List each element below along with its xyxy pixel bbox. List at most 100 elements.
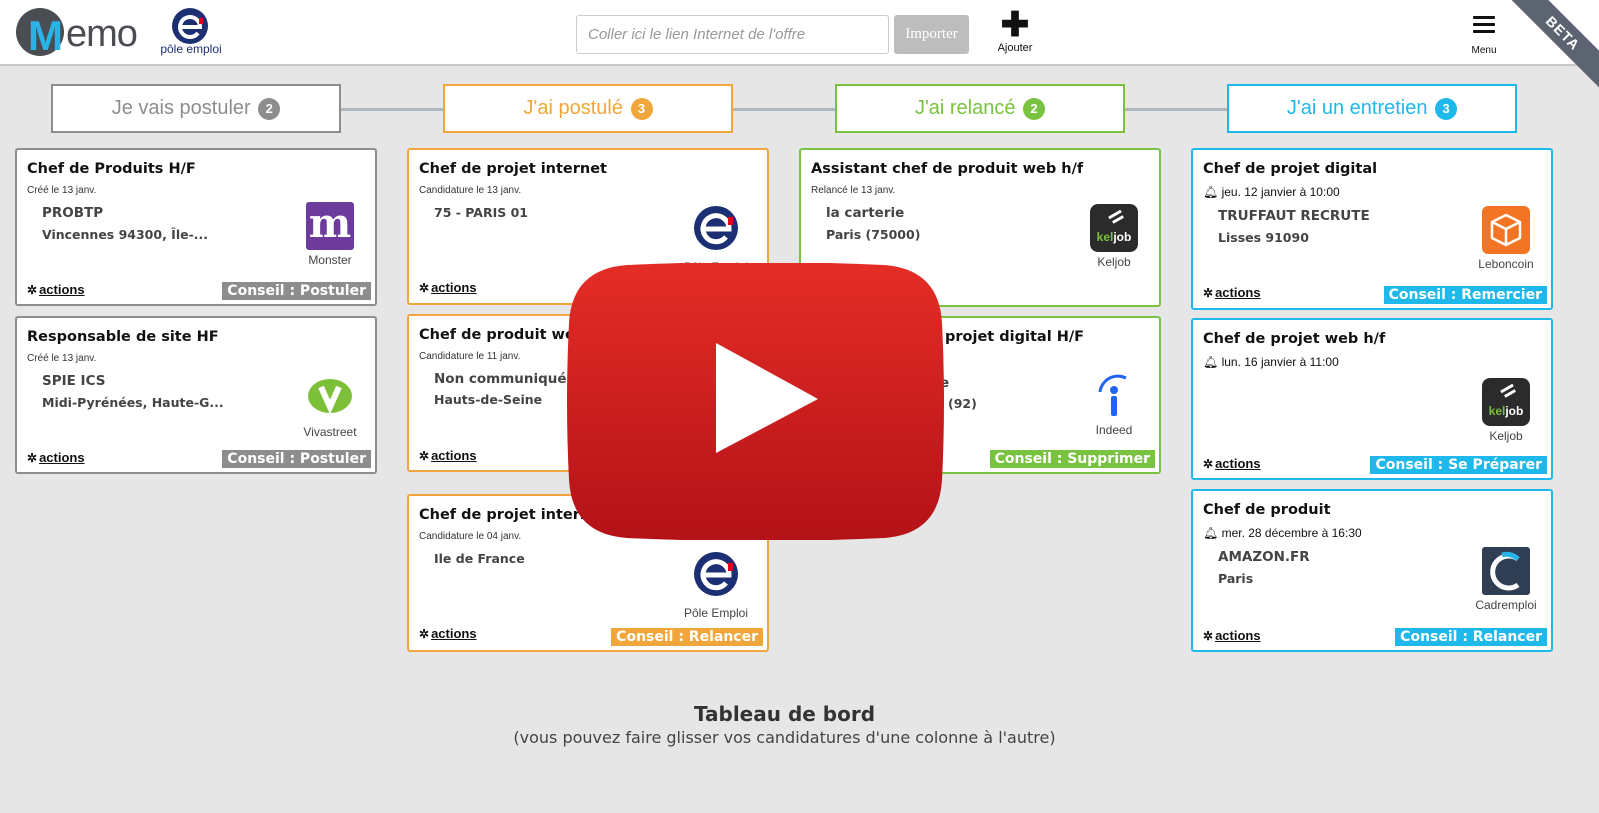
add-button[interactable]: ✚ Ajouter [990,8,1040,58]
source-name: Monster [308,253,352,267]
card-source: Cadremploi [1473,547,1539,612]
pole-emploi-logo: pôle emploi [158,8,224,60]
source-name: Pôle Emploi [683,606,749,620]
card-location: Hauts-de-Seine [434,392,543,407]
column-header-jai-un-entretien[interactable]: J'ai un entretien 3 [1227,84,1517,133]
column-header-je-vais-postuler[interactable]: Je vais postuler 2 [51,84,341,133]
count-badge: 2 [258,97,281,120]
card-title: Chef de projet web h/f [1203,331,1386,347]
card-date: Relancé le 13 janv. [811,185,896,196]
column-header-jai-relance[interactable]: J'ai relancé 2 [835,84,1125,133]
source-name: Indeed [1095,423,1133,437]
bell-icon: 🔔︎ [1203,185,1219,199]
card-source: Vivastreet [297,374,363,439]
memo-logo[interactable]: M emo [16,8,141,59]
card-title: Chef de produit web [419,327,586,343]
card-location: Vincennes 94300, Île-... [42,227,209,242]
monster-logo-icon: m [306,202,354,250]
card-title: Chef de Produits H/F [27,161,196,177]
count-badge: 2 [1023,97,1046,120]
card-actions-link[interactable]: ✲ actions [27,282,85,297]
offer-link-input[interactable] [576,15,889,54]
gear-icon: ✲ [1203,286,1214,300]
column-title: J'ai relancé [914,97,1016,119]
card-company: AMAZON.FR [1218,549,1310,565]
dashboard-title: Tableau de bord [693,702,876,726]
card-source: Indeed [1081,372,1147,437]
card-location: Paris [1218,571,1254,586]
gear-icon: ✲ [419,449,430,463]
column-header-jai-postule[interactable]: J'ai postulé 3 [443,84,733,133]
card-source: keljob Keljob [1473,378,1539,443]
card-source: m Monster [297,202,363,267]
card-actions-link[interactable]: ✲ actions [419,448,477,463]
advice-badge: Conseil : Relancer [1395,628,1547,646]
card-company: la carterie [826,205,905,221]
advice-badge: Conseil : Remercier [1383,286,1547,304]
card-location: Lisses 91090 [1218,230,1309,245]
gear-icon: ✲ [419,627,430,641]
card-title: Chef de projet internet [419,161,607,177]
card-company: Non communiqué [434,371,567,387]
column-title: J'ai un entretien [1286,97,1428,119]
card-actions-link[interactable]: ✲ actions [419,626,477,641]
menu-button[interactable]: Menu [1466,14,1502,58]
card-actions-link[interactable]: ✲ actions [27,450,85,465]
advice-badge: Conseil : Se Préparer [1370,456,1547,474]
card-source: Leboncoin [1473,206,1539,271]
beta-label: BETA [1509,0,1599,90]
gear-icon: ✲ [419,281,430,295]
import-button[interactable]: Importer [894,15,969,54]
beta-ribbon: BETA [1509,0,1599,90]
card-company: Ile de France [434,551,525,566]
pole-emploi-logo-icon [694,206,738,250]
card-location: (92) [948,396,977,411]
card-appointment: 🔔︎ mer. 28 décembre à 16:30 [1203,526,1362,540]
card-actions-link[interactable]: ✲ actions [1203,285,1261,300]
card-appointment: 🔔︎ jeu. 12 janvier à 10:00 [1203,185,1340,199]
card-source: Pôle Emploi [683,550,749,620]
card-date: Créé le 13 janv. [27,353,97,364]
card-actions-link[interactable]: ✲ actions [1203,456,1261,471]
count-badge: 3 [630,97,653,120]
card-title: projet digital H/F [945,329,1085,345]
add-label: Ajouter [997,42,1033,54]
application-card[interactable]: Chef de projet web h/f 🔔︎ lun. 16 janvie… [1191,318,1553,480]
source-name: Vivastreet [303,425,357,439]
dashboard-subtitle: (vous pouvez faire glisser vos candidatu… [513,728,1056,747]
card-title: Chef de produit [1203,502,1331,518]
card-date: Candidature le 11 janv. [419,351,521,362]
top-bar: M emo pôle emploi Importer ✚ Ajouter Men… [0,0,1599,66]
card-appointment: 🔔︎ lun. 16 janvier à 11:00 [1203,355,1339,369]
logo-letter: M [28,12,63,59]
gear-icon: ✲ [1203,629,1214,643]
bell-icon: 🔔︎ [1203,355,1219,369]
leboncoin-logo-icon [1482,206,1530,254]
card-actions-link[interactable]: ✲ actions [419,280,477,295]
logo-text: emo [66,13,138,55]
gear-icon: ✲ [1203,457,1214,471]
card-actions-link[interactable]: ✲ actions [1203,628,1261,643]
application-card[interactable]: Chef de produit 🔔︎ mer. 28 décembre à 16… [1191,489,1553,652]
card-title: Assistant chef de produit web h/f [811,161,1084,177]
column-title: J'ai postulé [523,97,623,119]
youtube-play-icon[interactable] [567,263,944,540]
card-date: Candidature le 04 janv. [419,531,522,542]
application-card[interactable]: Chef de projet digital 🔔︎ jeu. 12 janvie… [1191,148,1553,310]
card-title: Responsable de site HF [27,329,219,345]
plus-icon: ✚ [1000,6,1030,44]
application-card[interactable]: Chef de Produits H/F Créé le 13 janv. PR… [15,148,377,306]
source-name: Keljob [1097,255,1131,269]
advice-badge: Conseil : Supprimer [989,450,1155,468]
card-company: 75 - PARIS 01 [434,205,529,220]
card-date: Créé le 13 janv. [27,185,97,196]
gear-icon: ✲ [27,283,38,297]
application-card[interactable]: Responsable de site HF Créé le 13 janv. … [15,316,377,474]
keljob-logo-icon: keljob [1482,378,1530,426]
column-title: Je vais postuler [111,97,251,119]
source-name: Leboncoin [1478,257,1534,271]
partner-name: pôle emploi [160,42,222,56]
card-location: Paris (75000) [826,227,921,242]
pole-emploi-e-icon [172,8,208,44]
card-company: SPIE ICS [42,373,106,389]
